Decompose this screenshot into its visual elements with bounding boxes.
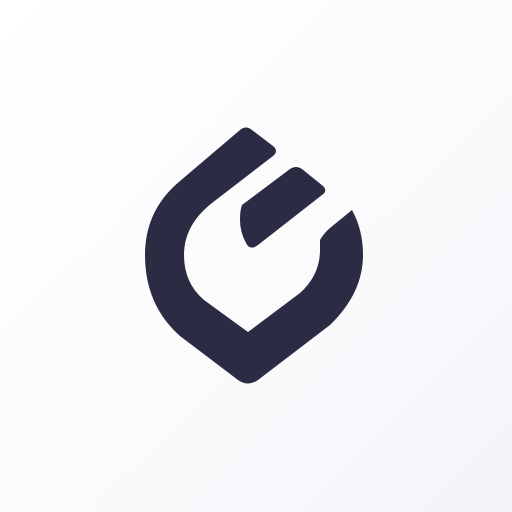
logo-outer-shape <box>145 127 363 384</box>
app-logo-icon <box>0 0 512 512</box>
logo-inner-bar <box>240 167 326 248</box>
app-icon-canvas <box>0 0 512 512</box>
